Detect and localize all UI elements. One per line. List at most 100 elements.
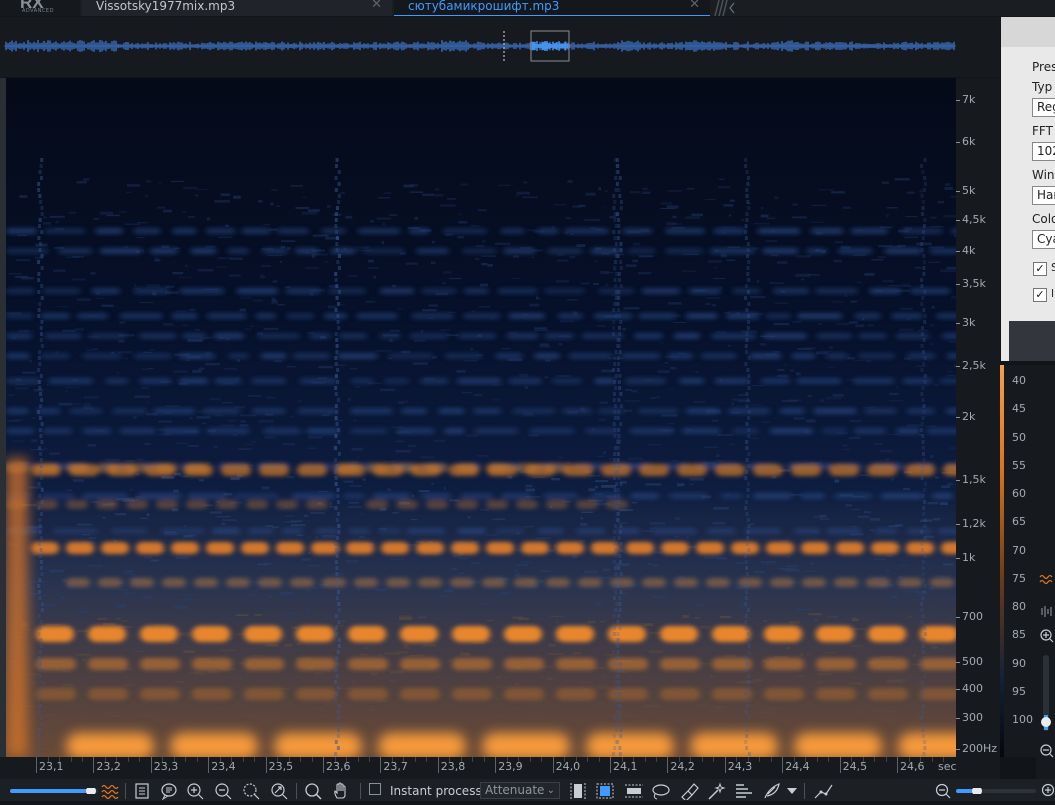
option-checkbox-1[interactable]: ✓ <box>1033 262 1047 276</box>
transient-streak <box>923 176 926 180</box>
tool-options-dropdown-icon[interactable] <box>786 782 798 800</box>
spectrogram-noise <box>801 279 804 281</box>
close-icon[interactable]: ✕ <box>371 0 382 11</box>
spectrogram-noise <box>140 518 148 519</box>
spectrogram-noise <box>787 647 790 649</box>
hand-tool-icon[interactable] <box>332 782 350 800</box>
spectrogram-noise <box>480 284 488 287</box>
spectrogram-noise <box>366 647 369 648</box>
transient-streak <box>620 572 623 576</box>
notes-icon[interactable] <box>133 782 151 800</box>
harmonic-segment <box>816 658 856 670</box>
spectrogram-noise <box>124 592 136 594</box>
transient-streak <box>921 212 924 216</box>
spectrogram-noise <box>43 217 47 219</box>
spectrogram-view[interactable] <box>6 78 956 757</box>
spectrogram-noise <box>60 596 64 598</box>
spectrogram-noise <box>254 614 261 616</box>
magic-wand-icon[interactable] <box>706 782 726 800</box>
spectrogram-noise <box>434 440 445 442</box>
spectrogram-noise <box>515 570 518 572</box>
transient-streak <box>37 314 40 318</box>
spectrogram-noise <box>173 370 187 372</box>
spectrogram-noise <box>608 702 616 703</box>
transient-streak <box>617 650 620 654</box>
spectrogram-noise <box>888 525 899 527</box>
waveform-overview[interactable] <box>0 17 1000 77</box>
spectrogram-noise <box>515 564 528 566</box>
spectrogram-noise <box>46 624 60 625</box>
harmonic-segment <box>89 333 126 339</box>
transient-streak <box>39 704 42 708</box>
spectrogram-noise <box>396 441 404 442</box>
horizontal-zoom-slider[interactable] <box>10 788 98 794</box>
spectrogram-noise <box>217 257 233 259</box>
spectrogram-noise <box>891 246 901 248</box>
zoom-out-icon[interactable] <box>214 782 232 800</box>
spectrogram-noise <box>496 686 507 688</box>
transient-streak <box>617 224 620 228</box>
zoom-tool-icon[interactable] <box>304 782 322 800</box>
spectrogram-noise <box>588 621 596 624</box>
transient-streak <box>619 608 622 612</box>
zoom-selection-icon[interactable] <box>242 782 260 800</box>
harmonic-selection-icon[interactable] <box>734 782 754 800</box>
spectrogram-noise <box>189 659 192 661</box>
curve-tool-icon[interactable] <box>813 782 835 800</box>
spectrogram-noise <box>691 214 702 217</box>
zoom-in-icon[interactable] <box>186 782 204 800</box>
transient-streak <box>335 416 338 420</box>
comment-icon[interactable] <box>160 782 178 800</box>
spectrogram-noise <box>623 307 639 309</box>
instant-process-checkbox[interactable] <box>369 783 381 795</box>
spectrogram-noise <box>142 249 144 252</box>
waveform-spectrogram-toggle-icon[interactable] <box>100 782 120 800</box>
harmonic-segment <box>244 688 284 700</box>
feather-icon[interactable] <box>762 782 782 800</box>
app-logo: RX ADVANCED <box>0 0 80 16</box>
spectrogram-noise <box>19 195 27 198</box>
spectrogram-noise <box>94 218 99 220</box>
vertical-zoom-slider[interactable] <box>956 788 1036 794</box>
harmonic-segment <box>826 353 848 359</box>
close-icon[interactable]: ✕ <box>689 0 700 11</box>
spectrogram-noise <box>196 189 209 190</box>
zoom-in-vertical-icon[interactable] <box>1040 782 1055 800</box>
time-minor-tick <box>105 757 106 762</box>
tab-overflow-icon[interactable] <box>712 0 742 16</box>
harmonic-segment <box>252 408 286 414</box>
lasso-icon[interactable] <box>651 782 671 800</box>
time-frequency-selection-icon[interactable] <box>595 782 615 800</box>
transient-streak <box>617 488 620 492</box>
spectrogram-noise <box>207 218 210 221</box>
spectrogram-noise <box>532 476 545 478</box>
transient-streak <box>616 512 619 516</box>
harmonic-segment <box>349 528 370 534</box>
transient-streak <box>334 680 337 684</box>
spectrogram-noise <box>7 420 19 421</box>
harmonic-segment <box>859 333 887 339</box>
spectrogram-noise <box>600 621 605 622</box>
transient-streak <box>334 308 337 312</box>
frequency-selection-icon[interactable] <box>624 782 644 800</box>
option-checkbox-2[interactable]: ✓ <box>1033 288 1047 302</box>
fft-size-select[interactable]: 102 <box>1032 142 1055 161</box>
tab-file-1[interactable]: Vissotsky1977mix.mp3 ✕ <box>82 0 392 16</box>
zoom-out-vertical-icon[interactable] <box>934 782 952 800</box>
brush-icon[interactable] <box>679 782 699 800</box>
type-select[interactable]: Reg <box>1032 98 1055 117</box>
spectrogram-noise <box>639 255 654 257</box>
zoom-fit-icon[interactable] <box>270 782 288 800</box>
transient-streak <box>338 608 341 612</box>
time-minor-tick <box>702 757 703 762</box>
instant-process-mode-select[interactable]: Attenuate ⌄ <box>480 782 560 799</box>
harmonic-segment <box>101 542 129 554</box>
time-selection-icon[interactable] <box>568 782 588 800</box>
transient-streak <box>612 752 615 756</box>
tab-file-2[interactable]: сютубамикрошифт.mp3 ✕ <box>394 0 710 16</box>
harmonic-segment <box>457 378 501 384</box>
window-select[interactable]: Har <box>1032 186 1055 205</box>
harmonic-segment <box>546 578 570 587</box>
color-select[interactable]: Cya <box>1032 230 1055 249</box>
spectrogram-noise <box>445 589 454 592</box>
